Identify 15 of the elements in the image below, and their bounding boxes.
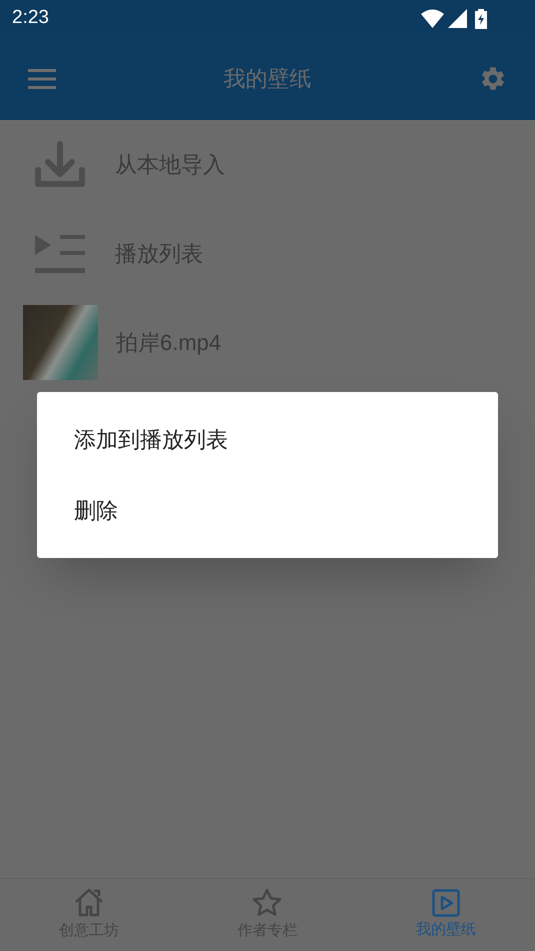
play-square-icon — [432, 888, 460, 917]
wifi-icon — [421, 9, 444, 28]
status-time: 2:23 — [12, 6, 49, 30]
playlist-icon — [34, 234, 86, 272]
menu-option[interactable]: 添加到播放列表 — [37, 404, 498, 475]
signal-icon — [448, 9, 467, 28]
home-icon — [74, 888, 104, 918]
app-title: 我的壁纸 — [224, 65, 312, 93]
star-icon — [252, 888, 282, 918]
battery-icon — [475, 8, 487, 28]
menu-icon[interactable] — [28, 68, 56, 88]
settings-icon[interactable] — [479, 64, 507, 92]
download-icon — [34, 140, 86, 190]
nav-tab[interactable]: 我的壁纸 — [356, 879, 535, 951]
menu-option[interactable]: 删除 — [37, 475, 498, 546]
